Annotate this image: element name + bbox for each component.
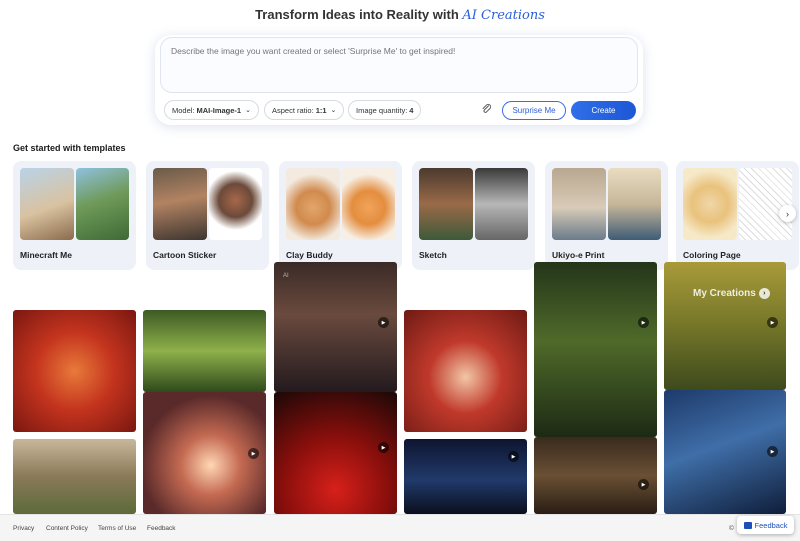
quantity-value: 4	[409, 105, 414, 115]
gallery-image[interactable]	[13, 310, 136, 432]
template-label: Minecraft Me	[20, 250, 72, 260]
aspect-ratio-select[interactable]: Aspect ratio: 1:1 ⌄	[264, 100, 345, 120]
template-result	[208, 168, 262, 240]
play-icon: ▶	[378, 317, 389, 328]
template-label: Ukiyo-e Print	[552, 250, 605, 260]
template-result	[75, 168, 129, 240]
gallery-video[interactable]: ▶	[404, 439, 527, 514]
template-result	[738, 168, 792, 240]
model-select[interactable]: Model: MAI-Image-1 ⌄	[164, 100, 259, 120]
footer-link-feedback[interactable]: Feedback	[147, 525, 176, 532]
gallery-video[interactable]: ▶	[534, 437, 657, 514]
play-icon: ▶	[767, 446, 778, 457]
title-prefix: Transform Ideas into Reality with	[255, 7, 459, 22]
play-icon: ▶	[767, 317, 778, 328]
footer-link-content-policy[interactable]: Content Policy	[46, 525, 88, 532]
title-accent: AI Creations	[462, 8, 545, 23]
play-icon: ▶	[248, 448, 259, 459]
footer: Privacy Content Policy Terms of Use Feed…	[0, 514, 800, 541]
template-thumbnails	[419, 168, 528, 240]
template-label: Clay Buddy	[286, 250, 333, 260]
template-cartoon-sticker[interactable]: Cartoon Sticker	[146, 161, 269, 270]
gallery-video[interactable]: AI ▶	[274, 262, 397, 392]
play-icon: ▶	[378, 442, 389, 453]
feedback-icon	[743, 521, 752, 529]
template-thumbnails	[683, 168, 792, 240]
surprise-me-button[interactable]: Surprise Me	[502, 101, 566, 120]
chevron-down-icon: ⌄	[245, 107, 251, 114]
template-thumbnails	[20, 168, 129, 240]
my-creations-link[interactable]: My Creations ›	[693, 288, 770, 299]
create-button[interactable]: Create	[571, 101, 636, 120]
template-photo	[683, 168, 737, 240]
template-photo	[286, 168, 340, 240]
aspect-label: Aspect ratio:	[272, 105, 314, 115]
play-icon: ▶	[638, 479, 649, 490]
template-label: Cartoon Sticker	[153, 250, 217, 260]
my-creations-label: My Creations	[693, 288, 756, 299]
template-clay-buddy[interactable]: Clay Buddy	[279, 161, 402, 270]
gallery-video[interactable]: ▶	[143, 392, 266, 514]
ai-badge: AI	[283, 273, 289, 279]
gallery-video[interactable]: ▶	[274, 392, 397, 514]
prompt-input[interactable]	[160, 37, 638, 93]
my-creations-tile[interactable]: My Creations › ▶	[664, 262, 786, 390]
template-photo	[419, 168, 473, 240]
footer-link-terms[interactable]: Terms of Use	[98, 525, 136, 532]
template-photo	[552, 168, 606, 240]
copyright: ©	[729, 525, 734, 532]
template-label: Sketch	[419, 250, 447, 260]
image-quantity-select[interactable]: Image quantity: 4	[348, 100, 422, 120]
page-title: Transform Ideas into Reality with AI Cre…	[0, 7, 800, 23]
template-minecraft-me[interactable]: Minecraft Me	[13, 161, 136, 270]
quantity-label: Image quantity:	[356, 105, 408, 115]
gallery-image[interactable]	[13, 439, 136, 514]
play-icon: ▶	[638, 317, 649, 328]
template-photo	[153, 168, 207, 240]
play-icon: ▶	[508, 451, 519, 462]
gallery-image[interactable]	[404, 310, 527, 432]
chevron-right-icon: ›	[758, 288, 770, 299]
feedback-label: Feedback	[754, 520, 788, 530]
model-value: MAI-Image-1	[196, 105, 242, 115]
template-sketch[interactable]: Sketch	[412, 161, 535, 270]
model-label: Model:	[172, 105, 195, 115]
aspect-value: 1:1	[315, 105, 327, 115]
chevron-right-icon[interactable]: ›	[779, 205, 796, 222]
template-thumbnails	[286, 168, 395, 240]
template-label: Coloring Page	[683, 250, 741, 260]
template-ukiyo-e-print[interactable]: Ukiyo-e Print	[545, 161, 668, 270]
template-thumbnails	[552, 168, 661, 240]
gallery-video[interactable]: ▶	[664, 390, 786, 514]
chevron-down-icon: ⌄	[330, 107, 337, 114]
template-photo	[20, 168, 74, 240]
footer-link-privacy[interactable]: Privacy	[13, 525, 34, 532]
gallery-image[interactable]	[143, 310, 266, 392]
template-thumbnails	[153, 168, 262, 240]
template-result	[341, 168, 395, 240]
feedback-button[interactable]: Feedback	[737, 516, 794, 534]
templates-heading: Get started with templates	[13, 143, 126, 153]
template-result	[607, 168, 661, 240]
gallery-video[interactable]: ▶	[534, 262, 657, 437]
paperclip-icon[interactable]	[481, 103, 492, 117]
template-result	[474, 168, 528, 240]
